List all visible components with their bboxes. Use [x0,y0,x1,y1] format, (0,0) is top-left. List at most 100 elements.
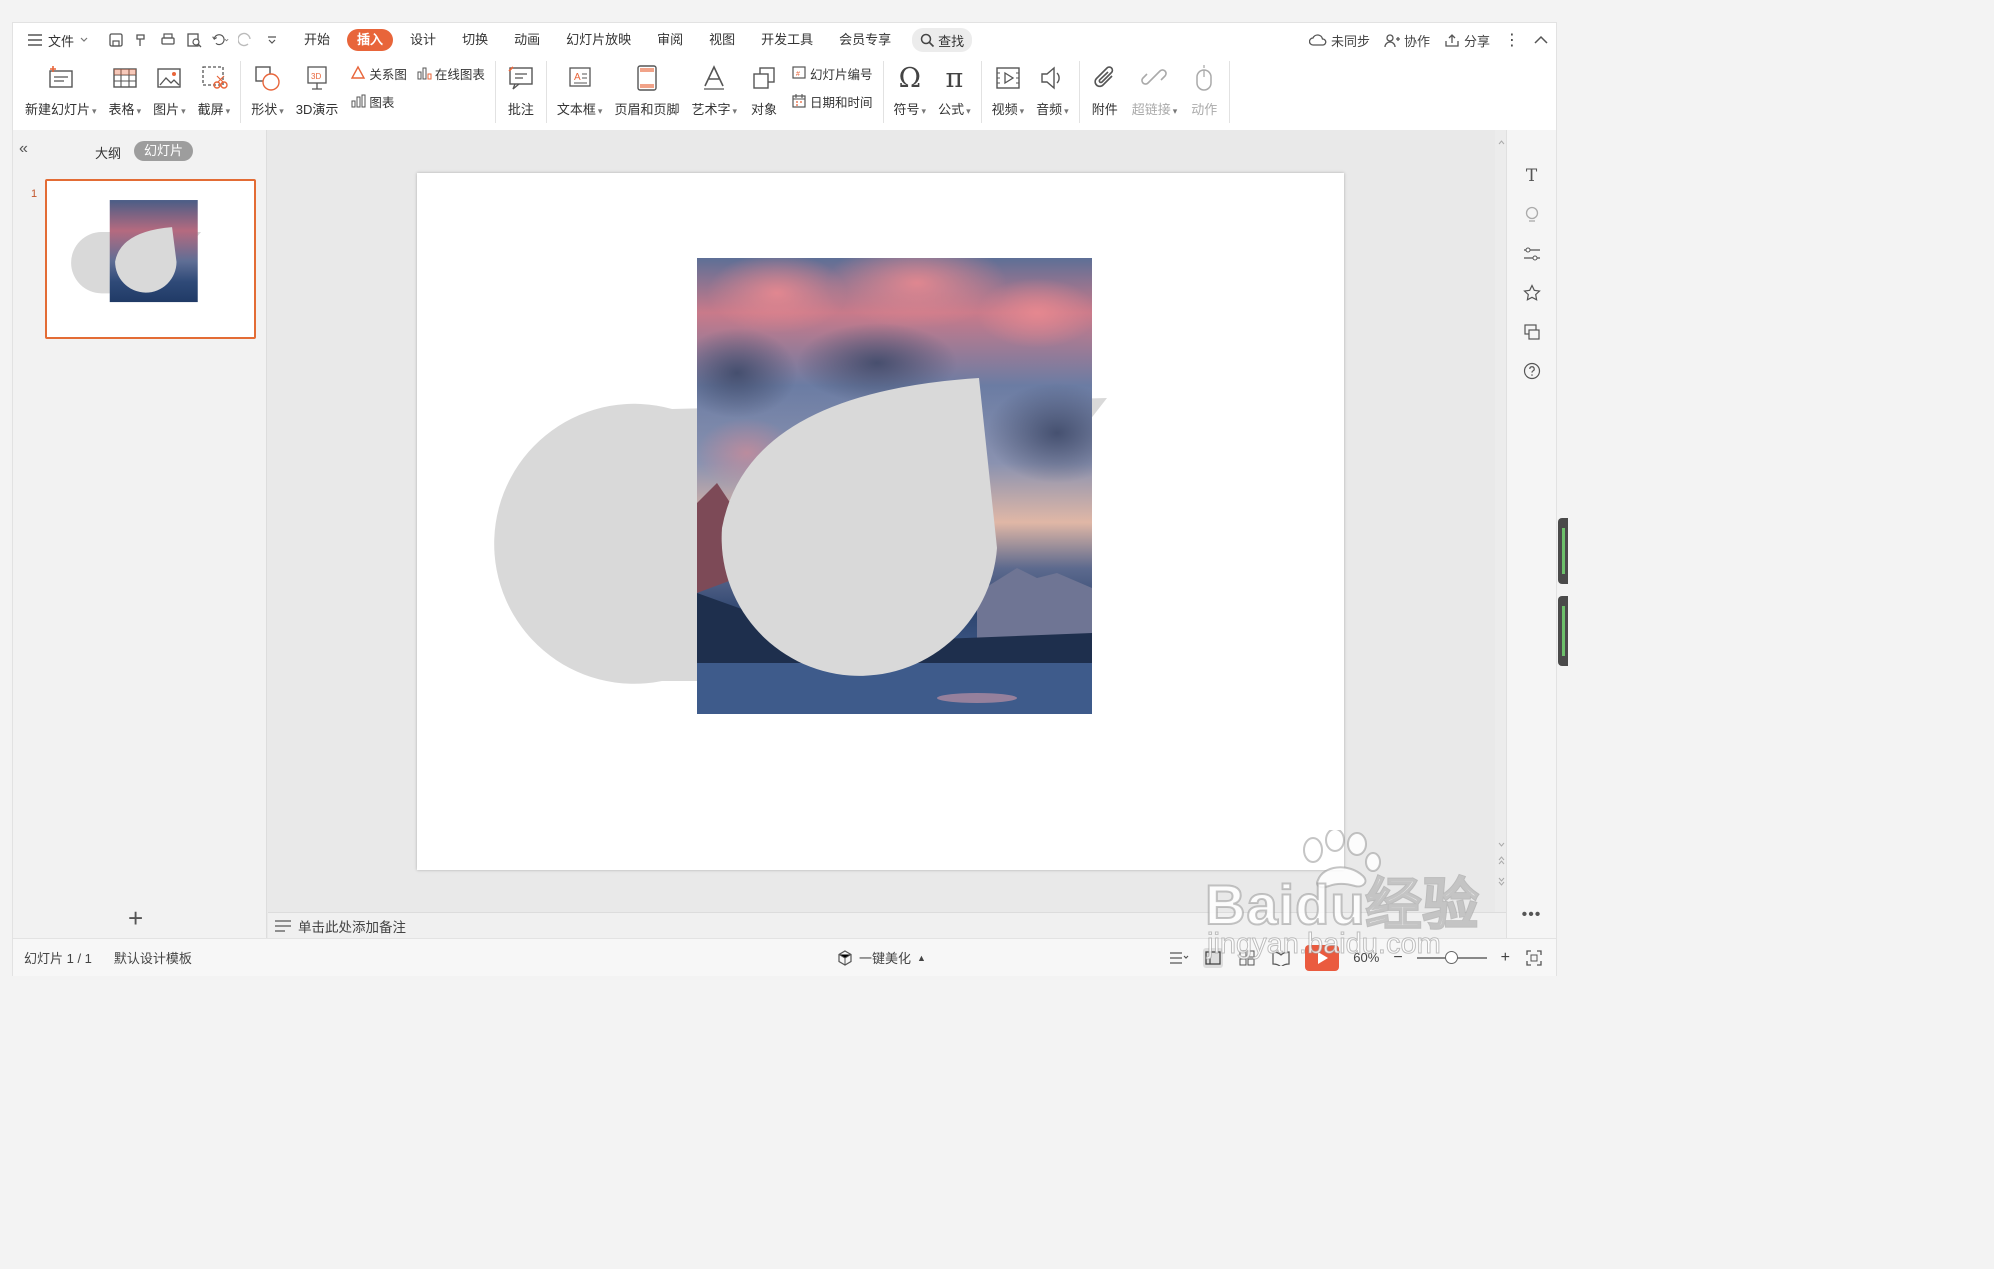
chart-icon [351,94,366,108]
edge-widget-top[interactable] [1558,518,1568,584]
more-icon[interactable]: ••• [1507,906,1556,924]
more-options-icon[interactable]: ⋮ [1504,30,1520,50]
table-icon [113,68,137,88]
attachment-button[interactable]: 附件 [1084,57,1126,125]
beautify-button[interactable]: 一键美化 ▲ [837,939,926,976]
formula-button[interactable]: π 公式 [932,57,977,125]
slide-thumbnail[interactable] [45,179,256,339]
star-icon[interactable] [1522,283,1542,303]
date-time-button[interactable]: 日期和时间 [791,91,873,111]
zoom-in-icon[interactable]: + [1501,949,1510,967]
user-add-icon [1384,33,1400,47]
svg-text:#: # [796,71,800,78]
shape-button[interactable]: 形状 [245,57,290,125]
help-icon[interactable] [1522,361,1542,381]
collapse-ribbon-icon[interactable] [1534,35,1548,45]
slide-canvas[interactable] [417,173,1344,870]
play-icon [1318,951,1329,964]
ribbon-separator [1078,61,1080,123]
app-window: 文件 开始 插入 设计 切换 动画 幻灯片放映 审阅 视图 开发工具 会员专享 [12,22,1557,976]
status-bar: 幻灯片 1 / 1 默认设计模板 一键美化 ▲ 60% − + [13,938,1556,976]
hyperlink-button[interactable]: 超链接 [1126,57,1184,125]
quick-access-toolbar [97,31,291,49]
notes-toggle-icon[interactable] [1169,948,1189,968]
table-button[interactable]: 表格 [103,57,148,125]
tab-view[interactable]: 视图 [696,29,748,51]
smartart-icon [351,65,366,79]
tab-slideshow[interactable]: 幻灯片放映 [553,29,644,51]
textbox-button[interactable]: A 文本框 [551,57,609,125]
comment-button[interactable]: 批注 [500,57,542,125]
normal-view-icon[interactable] [1203,947,1224,968]
customize-qat-icon[interactable] [263,31,281,49]
file-menu[interactable]: 文件 [13,31,97,50]
search-label: 查找 [938,33,965,49]
slide-switch-icon[interactable] [1522,322,1542,342]
adjust-icon[interactable] [1522,244,1542,264]
tab-slides[interactable]: 幻灯片 [134,141,194,161]
zoom-out-icon[interactable]: − [1393,949,1402,967]
new-slide-label: 新建幻灯片 [25,99,97,118]
save-icon[interactable] [107,31,125,49]
print-icon[interactable] [159,31,177,49]
screenshot-button[interactable]: 截屏 [192,57,237,125]
lightbulb-icon[interactable] [1522,205,1542,225]
tab-home[interactable]: 开始 [291,29,343,51]
tab-member[interactable]: 会员专享 [826,29,904,51]
new-slide-button[interactable]: 新建幻灯片 [19,57,103,125]
edge-widget-bottom[interactable] [1558,596,1568,666]
picture-button[interactable]: 图片 [147,57,192,125]
notes-icon [275,919,291,932]
slide-number-button[interactable]: # 幻灯片编号 [791,63,873,83]
mouse-icon [1196,65,1212,91]
share-button[interactable]: 分享 [1444,31,1490,50]
audio-button[interactable]: 音频 [1030,57,1075,125]
wordart-button[interactable]: 艺术字 [685,57,743,125]
hamburger-icon [28,34,42,46]
3d-demo-button[interactable]: 3D 3D演示 [290,57,345,125]
zoom-slider-knob[interactable] [1444,950,1458,964]
search-box[interactable]: 查找 [912,28,973,52]
collab-button[interactable]: 协作 [1384,31,1430,50]
smartart-button[interactable]: 关系图 [350,63,407,83]
header-footer-icon [637,65,657,91]
symbol-button[interactable]: Ω 符号 [888,57,933,125]
add-slide-button[interactable]: + [128,903,143,934]
print-preview-icon[interactable] [185,31,203,49]
redo-icon[interactable] [237,31,255,49]
undo-icon[interactable] [211,31,229,49]
slide-content [494,258,1107,714]
format-painter-icon[interactable] [133,31,151,49]
reading-view-icon[interactable] [1271,948,1291,968]
action-button[interactable]: 动作 [1183,57,1225,125]
thumbnail-preview [71,200,202,303]
tab-outline[interactable]: 大纲 [95,143,121,162]
svg-text:A: A [574,72,581,83]
tab-review[interactable]: 审阅 [644,29,696,51]
fit-window-icon[interactable] [1524,948,1544,968]
text-format-icon[interactable]: T [1522,166,1542,186]
template-name[interactable]: 默认设计模板 [114,948,192,967]
chart-button[interactable]: 图表 [350,91,485,111]
tab-design[interactable]: 设计 [397,29,449,51]
play-slideshow-button[interactable] [1305,944,1340,971]
video-button[interactable]: 视频 [986,57,1031,125]
table-label: 表格 [109,99,142,118]
zoom-slider[interactable] [1416,950,1487,964]
online-chart-label: 在线图表 [434,67,485,82]
tab-animation[interactable]: 动画 [501,29,553,51]
slide-sorter-icon[interactable] [1237,948,1257,968]
online-chart-button[interactable]: 在线图表 [416,63,485,83]
tab-insert[interactable]: 插入 [347,29,394,51]
picture-icon [157,68,182,88]
notes-area[interactable]: 单击此处添加备注 [268,912,1508,938]
zoom-level[interactable]: 60% [1353,950,1379,965]
object-button[interactable]: 对象 [743,57,785,125]
hyperlink-label: 超链接 [1132,99,1178,118]
tab-developer[interactable]: 开发工具 [748,29,826,51]
tab-transition[interactable]: 切换 [449,29,501,51]
header-footer-button[interactable]: 页眉和页脚 [608,57,685,125]
sync-button[interactable]: 未同步 [1308,31,1370,50]
collapse-panel-icon[interactable]: « [19,140,28,158]
chart-group: 关系图 在线图表 图表 [344,57,491,111]
